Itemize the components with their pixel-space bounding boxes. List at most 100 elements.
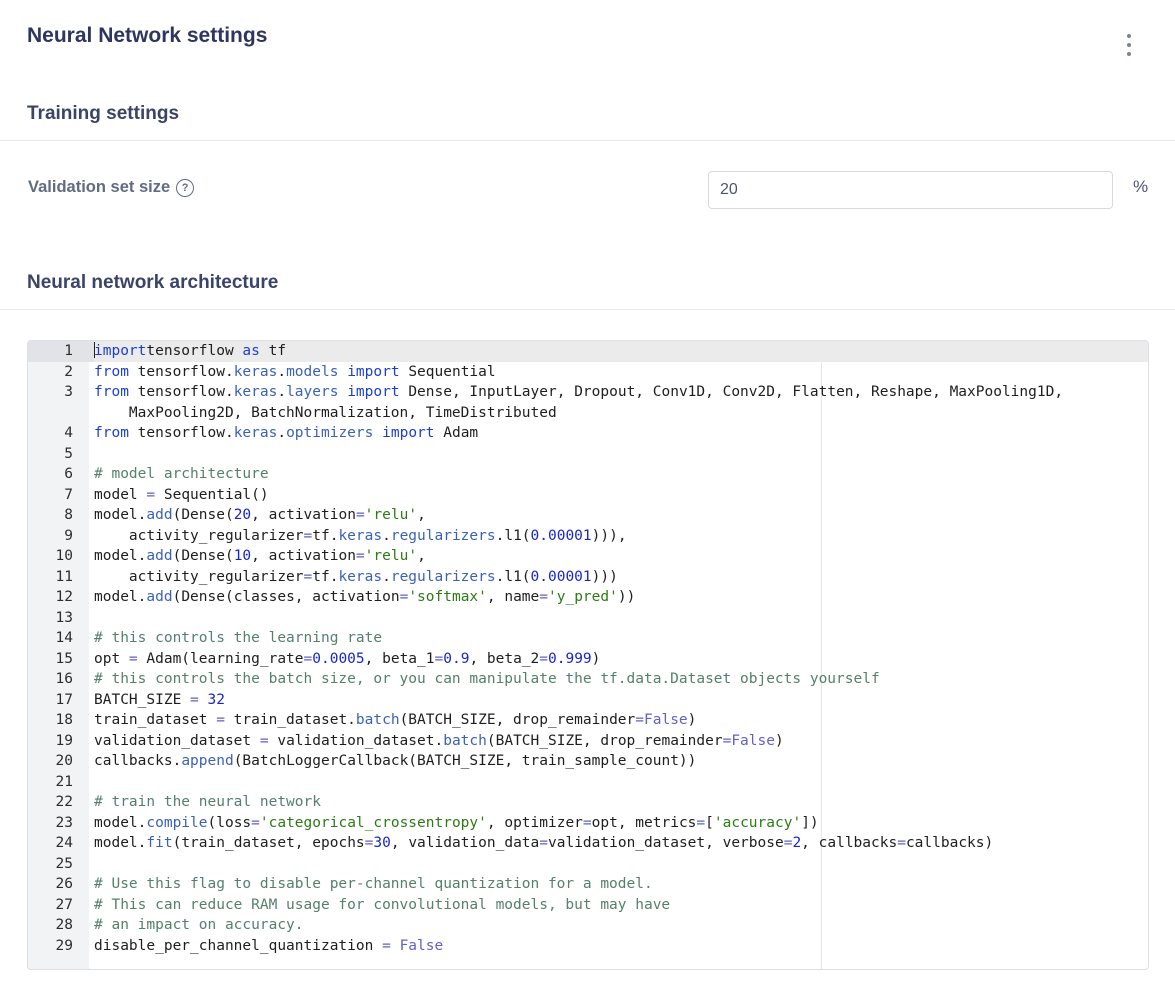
code-token: 0.0005	[312, 650, 365, 667]
code-token: (Dense(	[172, 548, 234, 564]
code-token: import	[382, 425, 435, 441]
line-number: 23	[55, 814, 73, 831]
code-token: fit	[146, 835, 173, 851]
code-line[interactable]: 5	[28, 444, 1148, 465]
code-token: # this controls the learning rate	[94, 630, 383, 646]
code-line[interactable]: 9 activity_regularizer=tf.keras.regulari…	[28, 526, 1148, 547]
code-line[interactable]: 15 opt = Adam(learning_rate=0.0005, beta_…	[28, 649, 1148, 670]
code-token: batch	[355, 712, 400, 728]
code-token: =	[897, 835, 906, 851]
code-token: import	[94, 343, 147, 359]
code-line[interactable]: 16 # this controls the batch size, or you…	[28, 669, 1148, 690]
code-token: , activation	[251, 548, 356, 564]
code-token: )))	[591, 568, 618, 585]
code-line[interactable]: 26 # Use this flag to disable per-channel…	[28, 874, 1148, 895]
code-line[interactable]: 22 # train the neural network	[28, 792, 1148, 813]
code-token: add	[146, 507, 173, 523]
code-token: train_dataset	[94, 712, 217, 728]
code-line[interactable]: 28 # an impact on accuracy.	[28, 915, 1148, 936]
code-token: ))),	[591, 527, 627, 544]
line-number	[28, 403, 94, 424]
code-token: train_dataset.	[224, 712, 356, 728]
line-number: 7	[64, 486, 73, 503]
code-line[interactable]: 14 # this controls the learning rate	[28, 628, 1148, 649]
code-token: compile	[146, 814, 208, 831]
code-line[interactable]: 19 validation_dataset = validation_datase…	[28, 731, 1148, 752]
code-text: opt = Adam(learning_rate=0.0005, beta_1=…	[94, 649, 600, 670]
code-text: # This can reduce RAM usage for convolut…	[94, 895, 670, 916]
code-line[interactable]: 21	[28, 772, 1148, 793]
code-line[interactable]: 4 from tensorflow.keras.optimizers import…	[28, 423, 1148, 444]
code-token: 'accuracy'	[713, 814, 802, 831]
line-number: 5	[64, 445, 73, 462]
code-line[interactable]: 13	[28, 608, 1148, 629]
code-token: =	[382, 937, 391, 954]
code-text: # an impact on accuracy.	[94, 915, 304, 936]
line-number: 17	[55, 691, 73, 708]
code-token: .	[277, 425, 287, 441]
code-text: importtensorflow as tf	[94, 341, 286, 362]
more-vertical-icon[interactable]	[1120, 34, 1138, 56]
code-line[interactable]: 3 from tensorflow.keras.layers import Den…	[28, 382, 1148, 403]
code-line[interactable]: 18 train_dataset = train_dataset.batch(BA…	[28, 710, 1148, 731]
code-token: # train the neural network	[94, 794, 321, 810]
question-circle-icon[interactable]: ?	[176, 178, 195, 197]
code-text: # Use this flag to disable per-channel q…	[94, 874, 653, 895]
code-line[interactable]: 27 # This can reduce RAM usage for convol…	[28, 895, 1148, 916]
code-token: ))	[617, 589, 636, 605]
code-token: (Dense(classes, activation	[172, 589, 400, 605]
code-token: , name	[486, 589, 540, 605]
code-token: )	[687, 712, 697, 728]
code-token: False	[644, 712, 688, 728]
line-number: 16	[55, 671, 73, 687]
code-token: import	[347, 384, 400, 400]
code-line[interactable]: 7 model = Sequential()	[28, 485, 1148, 506]
code-line[interactable]: 20 callbacks.append(BatchLoggerCallback(B…	[28, 751, 1148, 772]
code-line[interactable]: 1 importtensorflow as tf	[28, 341, 1148, 362]
code-token: .	[277, 363, 287, 380]
code-token: opt, metrics	[591, 814, 697, 831]
code-token: add	[146, 548, 173, 564]
line-number: 12	[55, 589, 73, 605]
code-line[interactable]: 8 model.add(Dense(20, activation='relu',	[28, 505, 1148, 526]
line-number: 10	[55, 548, 73, 564]
code-token: disable_per_channel_quantization	[94, 937, 383, 954]
code-line[interactable]: 2 from tensorflow.keras.models import Seq…	[28, 362, 1148, 383]
line-number: 14	[55, 630, 73, 646]
code-editor[interactable]: 1 importtensorflow as tf 2 from tensorflow.…	[27, 340, 1149, 970]
code-line[interactable]: 10 model.add(Dense(10, activation='relu',	[28, 546, 1148, 567]
line-number: 28	[55, 917, 73, 933]
code-token: [	[705, 814, 714, 831]
code-line[interactable]: 25	[28, 854, 1148, 875]
validation-set-size-text: Validation set size	[28, 178, 171, 196]
code-line[interactable]: 24 model.fit(train_dataset, epochs = 30, va…	[28, 833, 1148, 854]
line-number: 11	[55, 568, 73, 585]
code-line[interactable]: MaxPooling2D, BatchNormalization, TimeDi…	[28, 403, 1148, 424]
code-line[interactable]: 29 disable_per_channel_quantization = Fal…	[28, 936, 1148, 957]
code-line[interactable]: 11 activity_regularizer=tf.keras.regular…	[28, 567, 1148, 588]
code-token: tf	[259, 343, 287, 359]
code-line[interactable]: 17 BATCH_SIZE = 32	[28, 690, 1148, 711]
code-token: batch	[443, 732, 487, 749]
code-text: BATCH_SIZE = 32	[94, 690, 225, 711]
validation-set-size-label: Validation set size ?	[28, 178, 195, 197]
code-token: tensorflow.	[128, 425, 234, 441]
divider	[0, 309, 1175, 310]
code-token: activity_regularizer	[94, 527, 304, 544]
code-lines[interactable]: 1 importtensorflow as tf 2 from tensorflow.…	[28, 341, 1148, 956]
code-token: model.	[94, 814, 147, 831]
code-line[interactable]: 6 # model architecture	[28, 464, 1148, 485]
validation-set-size-input[interactable]	[708, 171, 1113, 209]
code-token: (loss	[207, 814, 252, 831]
code-line[interactable]: 12 model.add(Dense(classes, activation='s…	[28, 587, 1148, 608]
line-number: 1	[28, 341, 94, 362]
code-token: callbacks)	[905, 835, 994, 851]
code-text: # model architecture	[94, 464, 269, 485]
code-line[interactable]: 23 model.compile(loss='categorical_crosse…	[28, 813, 1148, 834]
code-text: activity_regularizer=tf.keras.regularize…	[94, 567, 618, 588]
code-token: # this controls the batch size, or you c…	[94, 671, 880, 687]
code-token: =	[539, 589, 549, 605]
code-token: 0.9	[443, 650, 470, 667]
code-token: 10	[233, 548, 252, 564]
